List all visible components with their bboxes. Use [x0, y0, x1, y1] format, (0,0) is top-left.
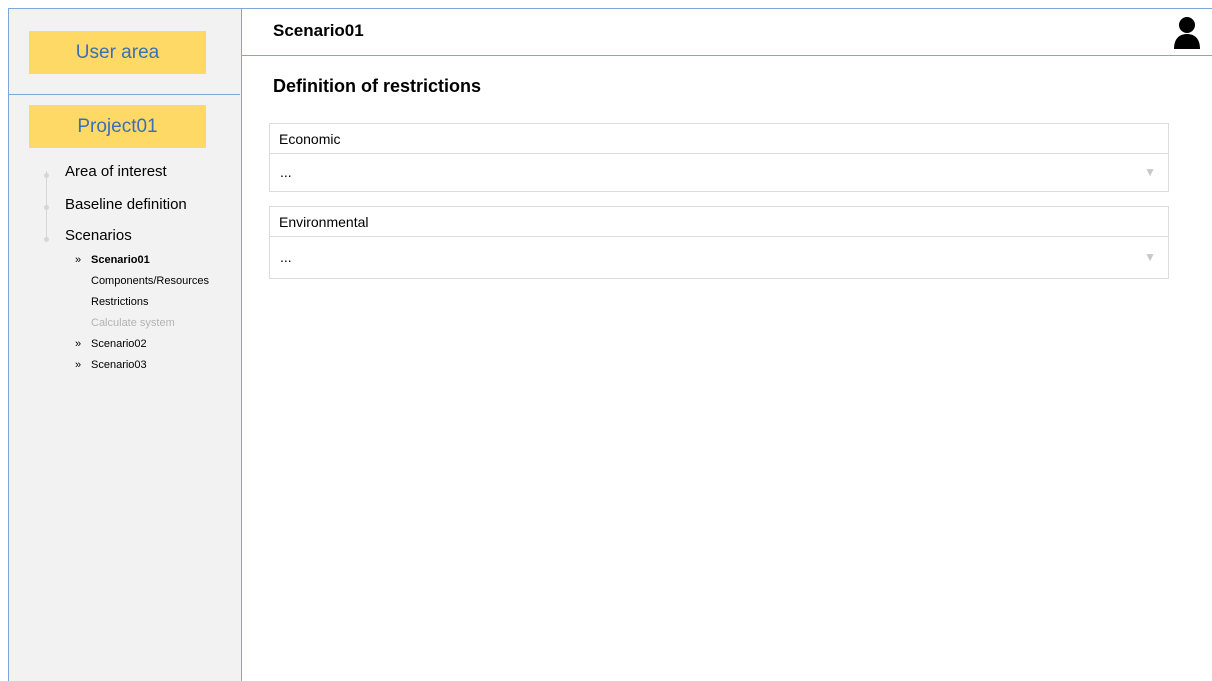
- economic-card: Economic ... ▼: [269, 123, 1169, 192]
- bullet-icon: »: [75, 254, 82, 266]
- dropdown-arrow-icon: ▼: [1144, 250, 1156, 264]
- user-icon[interactable]: [1172, 16, 1202, 50]
- nav-item-scenario02[interactable]: Scenario02: [91, 338, 147, 350]
- economic-select[interactable]: ... ▼: [270, 154, 1168, 191]
- page-title: Scenario01: [273, 21, 364, 40]
- nav-item-scenario01[interactable]: Scenario01: [91, 254, 150, 266]
- top-bar: Scenario01: [242, 8, 1212, 56]
- environmental-label: Environmental: [270, 207, 1168, 237]
- nav-item-scenarios[interactable]: Scenarios: [65, 227, 132, 244]
- user-area-button[interactable]: User area: [29, 31, 206, 74]
- bullet-icon: »: [75, 338, 82, 350]
- sidebar: User area Project01 Area of interest Bas…: [8, 8, 242, 681]
- project-button[interactable]: Project01: [29, 105, 206, 148]
- tree-bullet-icon: [44, 205, 49, 210]
- environmental-select[interactable]: ... ▼: [270, 237, 1168, 278]
- nav-item-area-of-interest[interactable]: Area of interest: [65, 163, 167, 180]
- dropdown-arrow-icon: ▼: [1144, 165, 1156, 179]
- bullet-icon: »: [75, 359, 82, 371]
- economic-select-value: ...: [280, 164, 292, 180]
- environmental-select-value: ...: [280, 249, 292, 265]
- environmental-card: Environmental ... ▼: [269, 206, 1169, 279]
- nav-item-restrictions[interactable]: Restrictions: [91, 296, 148, 308]
- tree-bullet-icon: [44, 173, 49, 178]
- section-title: Definition of restrictions: [273, 76, 482, 96]
- nav-item-components-resources[interactable]: Components/Resources: [91, 275, 209, 287]
- sidebar-divider: [9, 94, 240, 95]
- nav-item-scenario03[interactable]: Scenario03: [91, 359, 147, 371]
- tree-bullet-icon: [44, 237, 49, 242]
- economic-label: Economic: [270, 124, 1168, 154]
- nav-item-calculate-system: Calculate system: [91, 317, 175, 329]
- nav-item-baseline-definition[interactable]: Baseline definition: [65, 196, 187, 213]
